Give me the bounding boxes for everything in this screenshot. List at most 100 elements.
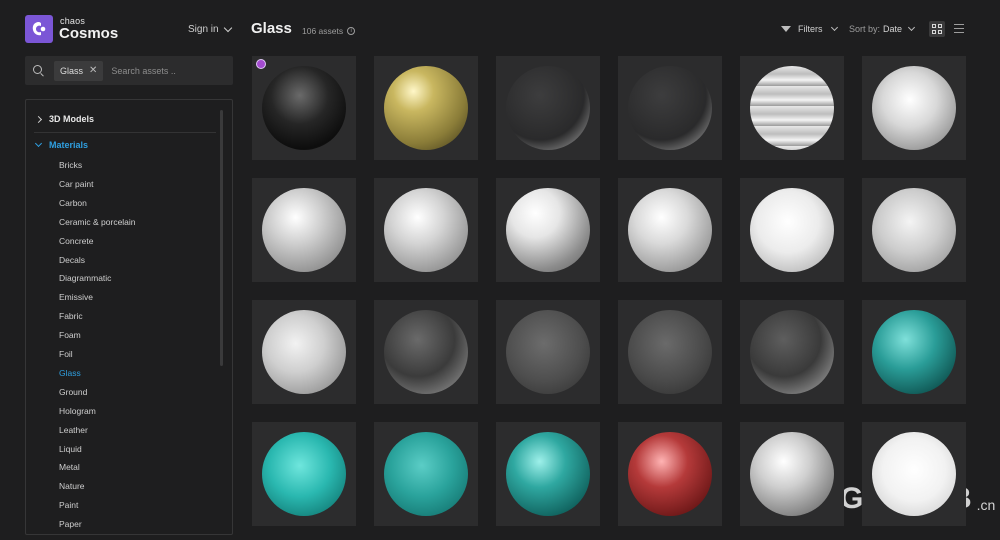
material-item-bricks[interactable]: Bricks (59, 160, 82, 170)
filters-button[interactable]: Filters (781, 23, 838, 34)
search-bar[interactable]: Glass ✕ (25, 56, 233, 85)
asset-tile[interactable] (618, 300, 722, 404)
asset-tile[interactable] (496, 422, 600, 526)
material-item-metal[interactable]: Metal (59, 462, 80, 472)
tree-scrollbar[interactable] (220, 110, 223, 366)
asset-tile[interactable] (740, 178, 844, 282)
material-preview (506, 188, 590, 272)
material-item-ceramic-porcelain[interactable]: Ceramic & porcelain (59, 217, 136, 227)
material-preview (628, 188, 712, 272)
chevron-right-icon (34, 115, 43, 123)
asset-tile[interactable] (618, 178, 722, 282)
sort-prefix: Sort by: (849, 24, 881, 34)
material-item-emissive[interactable]: Emissive (59, 292, 93, 302)
asset-tile[interactable] (740, 300, 844, 404)
material-preview (750, 188, 834, 272)
material-preview (506, 66, 590, 150)
material-preview (384, 310, 468, 394)
material-item-foam[interactable]: Foam (59, 330, 81, 340)
filter-icon (781, 26, 791, 32)
asset-tile[interactable] (374, 300, 478, 404)
material-preview (262, 310, 346, 394)
filter-chip-glass[interactable]: Glass ✕ (54, 60, 104, 81)
material-item-decals[interactable]: Decals (59, 255, 85, 265)
material-item-fabric[interactable]: Fabric (59, 311, 83, 321)
asset-tile[interactable] (374, 178, 478, 282)
search-icon (33, 64, 45, 77)
material-preview (506, 432, 590, 516)
material-item-paper[interactable]: Paper (59, 519, 82, 529)
material-item-glass[interactable]: Glass (59, 368, 81, 378)
material-preview (750, 66, 834, 150)
material-item-ground[interactable]: Ground (59, 387, 87, 397)
material-item-foil[interactable]: Foil (59, 349, 73, 359)
material-preview (750, 310, 834, 394)
material-preview (506, 310, 590, 394)
tree-category-materials[interactable]: Materials (34, 139, 89, 150)
material-item-diagrammatic[interactable]: Diagrammatic (59, 273, 111, 283)
material-item-car-paint[interactable]: Car paint (59, 179, 94, 189)
material-item-leather[interactable]: Leather (59, 425, 88, 435)
tree-divider (34, 132, 216, 133)
asset-tile[interactable] (862, 56, 966, 160)
material-preview (872, 188, 956, 272)
chevron-down-icon (907, 23, 916, 32)
asset-tile[interactable] (374, 56, 478, 160)
material-item-paint[interactable]: Paint (59, 500, 78, 510)
brand-title[interactable]: Cosmos (59, 25, 118, 42)
asset-tile[interactable] (862, 422, 966, 526)
material-preview (872, 66, 956, 150)
asset-count: 106 assets i (302, 26, 356, 36)
asset-count-label: 106 assets (302, 26, 344, 36)
material-preview (872, 310, 956, 394)
info-icon[interactable]: i (347, 27, 356, 35)
asset-tile[interactable] (252, 422, 356, 526)
material-preview (384, 66, 468, 150)
search-input[interactable] (103, 65, 233, 76)
grid-view-icon[interactable] (929, 21, 945, 37)
chaos-logo-icon[interactable] (25, 15, 53, 43)
chevron-down-icon (34, 139, 43, 148)
material-preview (628, 432, 712, 516)
material-preview (262, 432, 346, 516)
list-view-icon[interactable] (954, 24, 964, 34)
material-item-liquid[interactable]: Liquid (59, 444, 82, 454)
asset-tile[interactable] (252, 300, 356, 404)
sign-in-label: Sign in (188, 24, 219, 35)
material-preview (872, 432, 956, 516)
filter-chip-label: Glass (60, 65, 84, 76)
asset-tile[interactable] (496, 300, 600, 404)
app-root: chaos Cosmos Sign in Glass ✕ 3D Models M… (0, 0, 1000, 540)
asset-tile[interactable] (252, 178, 356, 282)
material-preview (384, 432, 468, 516)
tree-category-3d-models[interactable]: 3D Models (34, 114, 94, 124)
asset-tile[interactable] (496, 56, 600, 160)
asset-tile[interactable] (252, 56, 356, 160)
watermark-suffix: .cn (976, 497, 996, 513)
material-item-nature[interactable]: Nature (59, 481, 85, 491)
sign-in-button[interactable]: Sign in (188, 23, 232, 35)
material-item-carbon[interactable]: Carbon (59, 198, 87, 208)
material-preview (750, 432, 834, 516)
chevron-down-icon (830, 23, 838, 32)
tree-category-label: Materials (49, 140, 89, 150)
asset-tile[interactable] (740, 56, 844, 160)
sort-value: Date (883, 24, 903, 34)
asset-tile[interactable] (618, 422, 722, 526)
filters-label: Filters (798, 24, 823, 34)
asset-tile[interactable] (862, 178, 966, 282)
asset-tile[interactable] (740, 422, 844, 526)
page-title: Glass (251, 20, 292, 37)
asset-tile[interactable] (862, 300, 966, 404)
premium-badge-icon (256, 59, 266, 69)
sort-dropdown[interactable]: Sort by: Date (849, 23, 916, 34)
material-preview (262, 66, 346, 150)
material-preview (384, 188, 468, 272)
material-preview (628, 310, 712, 394)
asset-tile[interactable] (496, 178, 600, 282)
material-item-hologram[interactable]: Hologram (59, 406, 96, 416)
asset-tile[interactable] (618, 56, 722, 160)
close-icon[interactable]: ✕ (89, 65, 97, 76)
material-item-concrete[interactable]: Concrete (59, 236, 94, 246)
asset-tile[interactable] (374, 422, 478, 526)
